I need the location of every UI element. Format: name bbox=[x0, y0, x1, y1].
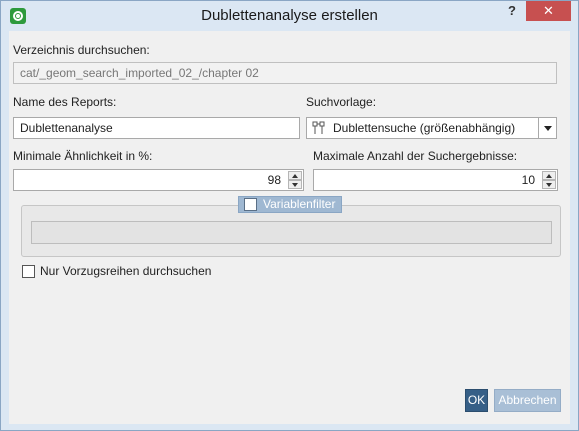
report-name-label: Name des Reports: bbox=[13, 95, 117, 109]
cancel-button[interactable]: Abbrechen bbox=[494, 389, 561, 412]
close-button[interactable]: ✕ bbox=[526, 1, 571, 21]
ok-button[interactable]: OK bbox=[465, 389, 488, 412]
search-template-value: Dublettensuche (größenabhängig) bbox=[333, 121, 516, 135]
help-button[interactable]: ? bbox=[501, 1, 523, 23]
increment-icon[interactable] bbox=[542, 171, 556, 180]
report-name-field[interactable]: Dublettenanalyse bbox=[13, 117, 300, 139]
variable-filter-checkbox[interactable] bbox=[244, 198, 257, 211]
dialog-content: Verzeichnis durchsuchen: cat/_geom_searc… bbox=[9, 31, 570, 424]
increment-icon[interactable] bbox=[288, 171, 302, 180]
directory-field: cat/_geom_search_imported_02_/chapter 02 bbox=[13, 62, 557, 84]
min-similarity-value: 98 bbox=[267, 173, 281, 187]
search-template-label: Suchvorlage: bbox=[306, 95, 377, 109]
preferred-series-checkbox[interactable] bbox=[22, 265, 35, 278]
min-similarity-stepper[interactable]: 98 bbox=[13, 169, 304, 191]
max-results-spinner bbox=[542, 171, 556, 189]
dialog-window: Dublettenanalyse erstellen ? ✕ Verzeichn… bbox=[0, 0, 579, 431]
chevron-down-icon[interactable] bbox=[538, 118, 556, 138]
decrement-icon[interactable] bbox=[542, 180, 556, 189]
variable-filter-field bbox=[31, 221, 552, 244]
window-title: Dublettenanalyse erstellen bbox=[201, 7, 378, 24]
max-results-value: 10 bbox=[521, 173, 535, 187]
decrement-icon[interactable] bbox=[288, 180, 302, 189]
variable-filter-toggle[interactable]: Variablenfilter bbox=[238, 196, 343, 213]
preferred-series-label[interactable]: Nur Vorzugsreihen durchsuchen bbox=[40, 264, 211, 278]
variable-filter-label: Variablenfilter bbox=[263, 197, 336, 211]
max-results-stepper[interactable]: 10 bbox=[313, 169, 558, 191]
min-similarity-label: Minimale Ähnlichkeit in %: bbox=[13, 149, 153, 163]
duplicate-search-icon bbox=[312, 121, 325, 134]
title-bar[interactable]: Dublettenanalyse erstellen ? ✕ bbox=[1, 1, 578, 31]
max-results-label: Maximale Anzahl der Suchergebnisse: bbox=[313, 149, 518, 163]
min-similarity-spinner bbox=[288, 171, 302, 189]
search-template-dropdown[interactable]: Dublettensuche (größenabhängig) bbox=[306, 117, 557, 139]
directory-label: Verzeichnis durchsuchen: bbox=[13, 43, 150, 57]
